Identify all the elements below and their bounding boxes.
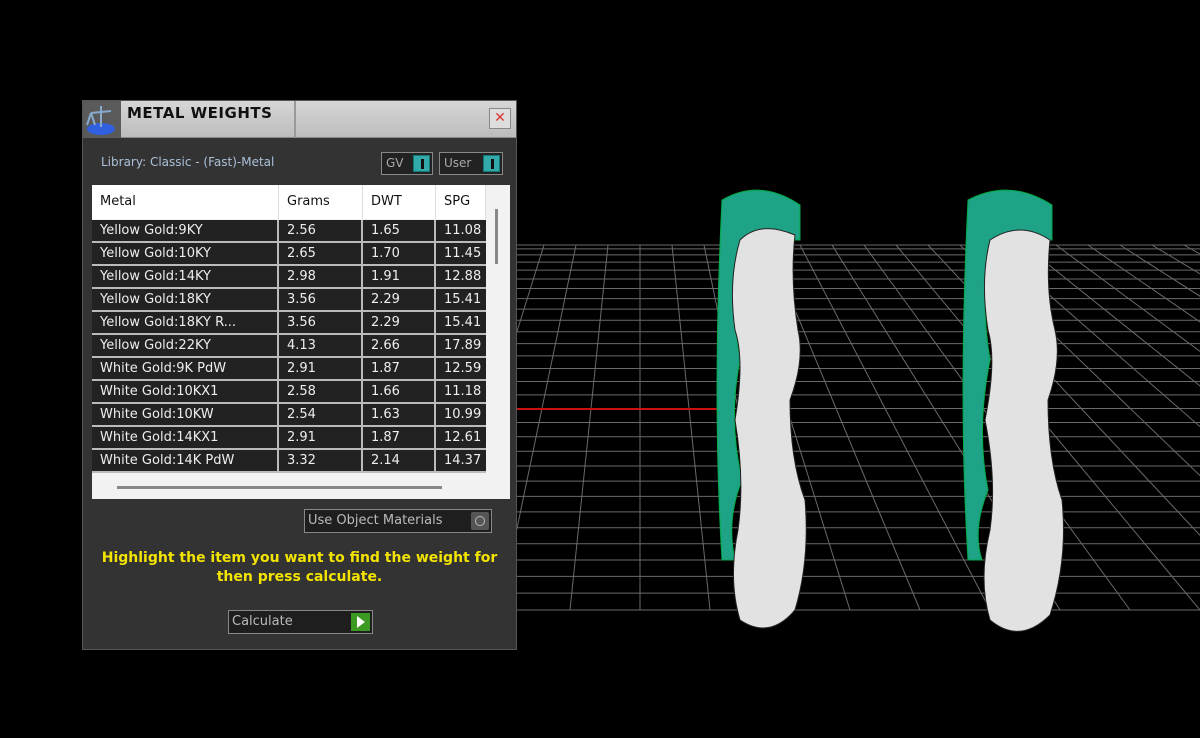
grid-line	[671, 244, 711, 611]
metal-cell: Yellow Gold:18KY	[92, 289, 279, 310]
grid-line	[1151, 244, 1200, 275]
scale-icon	[83, 101, 121, 138]
metal-weights-panel: METAL WEIGHTS ✕ Library: Classic - (Fast…	[82, 100, 517, 650]
metal-cell: White Gold:10KW	[92, 404, 279, 425]
user-label: User	[444, 156, 472, 170]
spg-cell: 11.08	[444, 223, 482, 238]
spg-cell: 15.41	[444, 315, 482, 330]
table-row[interactable]: White Gold:9K PdW 2.91 1.87 12.59	[92, 358, 486, 381]
spg-cell: 10.99	[444, 407, 482, 422]
grams-cell: 3.56	[279, 312, 363, 333]
library-label: Library: Classic - (Fast)-Metal	[101, 155, 275, 169]
grid-line	[1119, 244, 1200, 297]
panel-title: METAL WEIGHTS	[121, 101, 296, 138]
table-row[interactable]: Yellow Gold:22KY 4.13 2.66 17.89	[92, 335, 486, 358]
dwt-cell: 1.63	[363, 404, 436, 425]
toggle-knob-icon	[413, 155, 430, 172]
grams-cell: 2.58	[279, 381, 363, 402]
table-row[interactable]: White Gold:14K PdW 3.32 2.14 14.37	[92, 450, 486, 473]
grams-cell: 3.56	[279, 289, 363, 310]
grams-cell: 3.32	[279, 450, 363, 471]
header-spg[interactable]: SPG	[436, 185, 486, 219]
toggle-knob-icon	[483, 155, 500, 172]
dwt-cell: 1.91	[363, 266, 436, 287]
grams-cell: 2.56	[279, 220, 363, 241]
table-header: Metal Grams DWT SPG	[92, 185, 486, 219]
dwt-cell: 2.66	[363, 335, 436, 356]
grams-cell: 2.91	[279, 358, 363, 379]
grams-cell: 2.91	[279, 427, 363, 448]
table-row[interactable]: Yellow Gold:10KY 2.65 1.70 11.45	[92, 243, 486, 266]
use-object-materials-option[interactable]: Use Object Materials	[304, 509, 492, 533]
dwt-cell: 1.66	[363, 381, 436, 402]
calculate-label: Calculate	[232, 614, 293, 629]
table-row[interactable]: White Gold:14KX1 2.91 1.87 12.61	[92, 427, 486, 450]
dwt-cell: 2.14	[363, 450, 436, 471]
table-row[interactable]: White Gold:10KX1 2.58 1.66 11.18	[92, 381, 486, 404]
close-button[interactable]: ✕	[489, 108, 511, 129]
table-row[interactable]: Yellow Gold:18KY 3.56 2.29 15.41	[92, 289, 486, 312]
instruction-message: Highlight the item you want to find the …	[101, 550, 498, 585]
spg-cell: 11.18	[444, 384, 482, 399]
grid-line	[1055, 244, 1200, 353]
spg-cell: 12.88	[444, 269, 482, 284]
use-object-materials-label: Use Object Materials	[308, 513, 443, 528]
table-row[interactable]: White Gold:10KW 2.54 1.63 10.99	[92, 404, 486, 427]
spg-cell: 11.45	[444, 246, 482, 261]
metal-cell: White Gold:9K PdW	[92, 358, 279, 379]
user-toggle[interactable]: User	[439, 152, 503, 175]
ring-model-left	[716, 189, 807, 629]
spg-cell: 12.59	[444, 361, 482, 376]
grid-line	[1087, 244, 1200, 323]
dwt-cell: 1.70	[363, 243, 436, 264]
calculate-button[interactable]: Calculate	[228, 610, 373, 634]
ring-model-right	[962, 189, 1064, 632]
dwt-cell: 2.29	[363, 312, 436, 333]
header-dwt[interactable]: DWT	[363, 185, 436, 219]
metal-cell: White Gold:10KX1	[92, 381, 279, 402]
play-icon	[351, 613, 370, 631]
grams-cell: 2.98	[279, 266, 363, 287]
table-row[interactable]: Yellow Gold:9KY 2.56 1.65 11.08	[92, 220, 486, 243]
dwt-cell: 1.65	[363, 220, 436, 241]
spg-cell: 12.61	[444, 430, 482, 445]
metal-cell: Yellow Gold:22KY	[92, 335, 279, 356]
grams-cell: 2.54	[279, 404, 363, 425]
grams-cell: 4.13	[279, 335, 363, 356]
table-row[interactable]: Yellow Gold:18KY R... 3.56 2.29 15.41	[92, 312, 486, 335]
spg-cell: 15.41	[444, 292, 482, 307]
title-bar[interactable]: METAL WEIGHTS ✕	[83, 101, 516, 138]
metal-cell: White Gold:14KX1	[92, 427, 279, 448]
horizontal-scrollbar[interactable]	[117, 486, 442, 489]
header-grams[interactable]: Grams	[279, 185, 363, 219]
grid-line	[1183, 244, 1200, 255]
gv-toggle[interactable]: GV	[381, 152, 433, 175]
metal-cell: White Gold:14K PdW	[92, 450, 279, 471]
spg-cell: 14.37	[444, 453, 482, 468]
dwt-cell: 1.87	[363, 358, 436, 379]
metal-cell: Yellow Gold:9KY	[92, 220, 279, 241]
metal-cell: Yellow Gold:14KY	[92, 266, 279, 287]
metal-cell: Yellow Gold:18KY R...	[92, 312, 279, 333]
dwt-cell: 2.29	[363, 289, 436, 310]
metal-table: Metal Grams DWT SPG Yellow Gold:9KY 2.56 1…	[92, 185, 510, 499]
spg-cell: 17.89	[444, 338, 482, 353]
metal-cell: Yellow Gold:10KY	[92, 243, 279, 264]
gv-label: GV	[386, 156, 404, 170]
grid-line	[569, 244, 609, 611]
grams-cell: 2.65	[279, 243, 363, 264]
dwt-cell: 1.87	[363, 427, 436, 448]
grid-line	[799, 244, 991, 611]
table-row[interactable]: Yellow Gold:14KY 2.98 1.91 12.88	[92, 266, 486, 289]
header-metal[interactable]: Metal	[92, 185, 279, 219]
radio-icon[interactable]	[471, 512, 489, 530]
vertical-scrollbar[interactable]	[495, 209, 498, 264]
